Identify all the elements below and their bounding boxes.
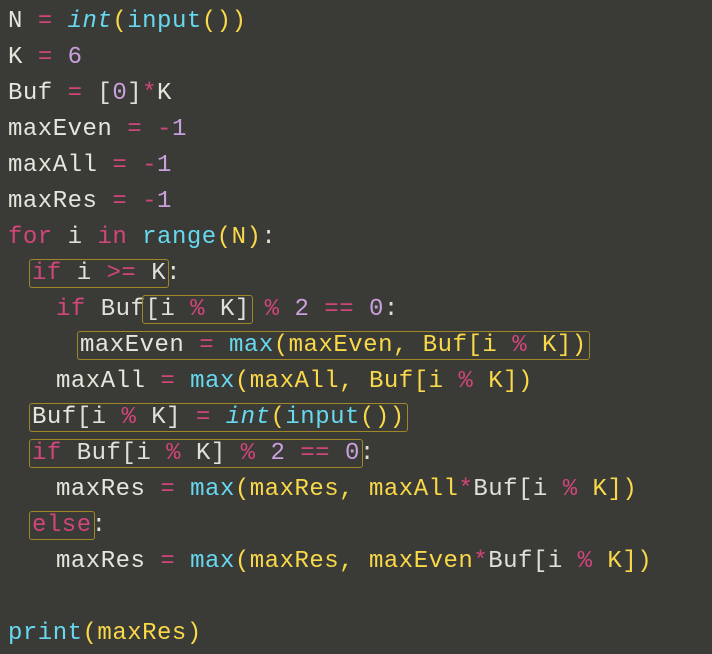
highlight-box: if Buf[i % K] % 2 == 0 xyxy=(29,439,363,468)
highlight-box: if i >= K xyxy=(29,259,169,288)
code-line: N = int(input()) xyxy=(8,4,704,40)
code-line: for i in range(N): xyxy=(8,220,704,256)
highlight-box: Buf[i % K] = int(input()) xyxy=(29,403,408,432)
code-line: Buf = [0]*K xyxy=(8,76,704,112)
code-line: if i >= K: xyxy=(8,256,704,292)
code-line: print(maxRes) xyxy=(8,616,704,652)
code-line: maxRes = max(maxRes, maxAll*Buf[i % K]) xyxy=(8,472,704,508)
code-editor[interactable]: N = int(input()) K = 6 Buf = [0]*K maxEv… xyxy=(0,0,712,654)
code-line: maxEven = -1 xyxy=(8,112,704,148)
blank-line xyxy=(8,580,704,616)
code-line: else: xyxy=(8,508,704,544)
code-line: if Buf[i % K] % 2 == 0: xyxy=(8,436,704,472)
code-line: K = 6 xyxy=(8,40,704,76)
code-line: maxAll = -1 xyxy=(8,148,704,184)
highlight-box: else xyxy=(29,511,95,540)
highlight-box: maxEven = max(maxEven, Buf[i % K]) xyxy=(77,331,590,360)
code-line: maxRes = max(maxRes, maxEven*Buf[i % K]) xyxy=(8,544,704,580)
code-line: maxRes = -1 xyxy=(8,184,704,220)
code-line: if Buf[i % K] % 2 == 0: xyxy=(8,292,704,328)
highlight-box: [i % K] xyxy=(142,295,252,324)
code-line: maxEven = max(maxEven, Buf[i % K]) xyxy=(8,328,704,364)
code-line: Buf[i % K] = int(input()) xyxy=(8,400,704,436)
code-line: maxAll = max(maxAll, Buf[i % K]) xyxy=(8,364,704,400)
